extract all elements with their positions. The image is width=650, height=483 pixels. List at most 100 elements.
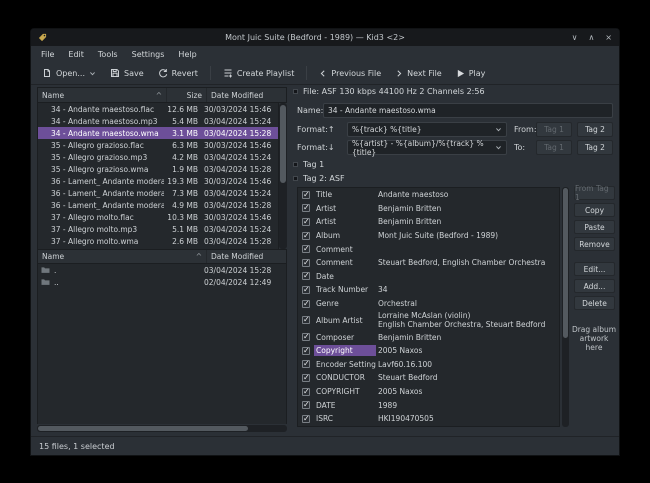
- from-tag2-button[interactable]: Tag 2: [577, 122, 613, 137]
- tag-field-value[interactable]: Lorraine McAslan (violin) English Chambe…: [376, 310, 559, 330]
- tag-field-value[interactable]: Benjamin Britten: [376, 216, 559, 227]
- tag-action-button[interactable]: Delete: [574, 296, 615, 310]
- tag-action-button[interactable]: From Tag 1: [574, 186, 615, 200]
- tag-table-scrollbar[interactable]: [562, 187, 569, 427]
- tag-row[interactable]: ISRC HKI190470505: [298, 412, 559, 426]
- tag-field-value[interactable]: Benjamin Britten: [376, 203, 559, 214]
- tag-field-name[interactable]: DATE: [314, 400, 376, 411]
- tag-row[interactable]: Title Andante maestoso: [298, 188, 559, 202]
- column-header-size[interactable]: Size: [166, 88, 206, 102]
- dir-row[interactable]: .. 02/04/2024 12:49: [38, 276, 286, 288]
- file-row[interactable]: 36 - Lament_ Andante moderato.wma 4.9 MB…: [38, 199, 278, 211]
- shade-button[interactable]: ∨: [572, 33, 578, 42]
- tag-field-name[interactable]: Artist: [314, 216, 376, 227]
- tag-checkbox[interactable]: [302, 347, 310, 355]
- from-tag1-button[interactable]: Tag 1: [536, 122, 572, 137]
- menu-item[interactable]: File: [34, 48, 61, 61]
- tag-row[interactable]: DATE 1989: [298, 398, 559, 412]
- tag-checkbox[interactable]: [302, 191, 310, 199]
- tag-checkbox[interactable]: [302, 374, 310, 382]
- tag-row[interactable]: Artist Benjamin Britten: [298, 215, 559, 229]
- tag-checkbox[interactable]: [302, 415, 310, 423]
- tag-row[interactable]: Comment: [298, 242, 559, 256]
- tag-checkbox[interactable]: [302, 316, 310, 324]
- tag-field-value[interactable]: Orchestral: [376, 298, 559, 309]
- tag-field-name[interactable]: Composer: [314, 332, 376, 343]
- format-to-combobox[interactable]: %{artist} - %{album}/%{track} %{title}: [347, 140, 507, 155]
- file-info-section[interactable]: File: ASF 130 kbps 44100 Hz 2 Channels 2…: [293, 87, 485, 96]
- tag-field-name[interactable]: Copyright: [314, 345, 376, 356]
- tag-field-name[interactable]: Album Artist: [314, 315, 376, 326]
- tag-row[interactable]: Album Mont Juic Suite (Bedford - 1989): [298, 229, 559, 243]
- tag-row[interactable]: Copyright 2005 Naxos: [298, 344, 559, 358]
- tag-checkbox[interactable]: [302, 204, 310, 212]
- open-button[interactable]: Open...: [36, 65, 102, 81]
- tag-action-button[interactable]: Edit...: [574, 262, 615, 276]
- section-toggle-icon[interactable]: [293, 89, 298, 94]
- file-row[interactable]: 35 - Allegro grazioso.wma 1.9 MB 03/04/2…: [38, 163, 278, 175]
- tag-field-name[interactable]: Artist: [314, 203, 376, 214]
- title-bar[interactable]: Mont Juic Suite (Bedford - 1989) — Kid3 …: [31, 29, 619, 46]
- file-row[interactable]: 37 - Allegro molto.mp3 5.1 MB 03/04/2024…: [38, 223, 278, 235]
- tag-field-value[interactable]: Steuart Bedford: [376, 372, 559, 383]
- tag-field-value[interactable]: [376, 248, 559, 250]
- tag-field-value[interactable]: HKI190470505: [376, 413, 559, 424]
- tag-row[interactable]: Composer Benjamin Britten: [298, 330, 559, 344]
- tag-row[interactable]: Date: [298, 270, 559, 284]
- tag-field-name[interactable]: Genre: [314, 298, 376, 309]
- tag-checkbox[interactable]: [302, 401, 310, 409]
- file-row[interactable]: 36 - Lament_ Andante moderato.mp3 7.3 MB…: [38, 187, 278, 199]
- menu-item[interactable]: Tools: [91, 48, 125, 61]
- tag-field-name[interactable]: Track Number: [314, 284, 376, 295]
- menu-item[interactable]: Edit: [61, 48, 91, 61]
- revert-button[interactable]: Revert: [152, 65, 204, 81]
- column-header-date[interactable]: Date Modified: [206, 88, 286, 102]
- tag-checkbox[interactable]: [302, 272, 310, 280]
- play-button[interactable]: Play: [450, 66, 492, 81]
- tag-field-value[interactable]: Benjamin Britten: [376, 332, 559, 343]
- tag-row[interactable]: CONDUCTOR Steuart Bedford: [298, 371, 559, 385]
- tag-field-name[interactable]: Album: [314, 230, 376, 241]
- tag-checkbox[interactable]: [302, 232, 310, 240]
- scrollbar-thumb[interactable]: [563, 188, 568, 338]
- file-row[interactable]: 37 - Allegro molto.flac 10.3 MB 30/03/20…: [38, 211, 278, 223]
- tag-field-value[interactable]: [376, 275, 559, 277]
- tag-checkbox[interactable]: [302, 300, 310, 308]
- to-tag2-button[interactable]: Tag 2: [577, 140, 613, 155]
- next-file-button[interactable]: Next File: [389, 66, 448, 81]
- tag-field-value[interactable]: Andante maestoso: [376, 189, 559, 200]
- file-row[interactable]: 35 - Allegro grazioso.flac 6.3 MB 30/03/…: [38, 139, 278, 151]
- file-row[interactable]: 35 - Allegro grazioso.mp3 4.2 MB 03/04/2…: [38, 151, 278, 163]
- tag-action-button[interactable]: Paste: [574, 220, 615, 234]
- tag-checkbox[interactable]: [302, 333, 310, 341]
- to-tag1-button[interactable]: Tag 1: [536, 140, 572, 155]
- tag-field-name[interactable]: Comment: [314, 257, 376, 268]
- tag-field-value[interactable]: Mont Juic Suite (Bedford - 1989): [376, 230, 559, 241]
- tag-field-name[interactable]: Comment: [314, 244, 376, 255]
- tag-action-button[interactable]: Remove: [574, 237, 615, 251]
- tag-row[interactable]: COPYRIGHT 2005 Naxos: [298, 385, 559, 399]
- file-row[interactable]: 34 - Andante maestoso.flac 12.6 MB 30/03…: [38, 103, 278, 115]
- tag-action-button[interactable]: Add...: [574, 279, 615, 293]
- tag-action-button[interactable]: Copy: [574, 203, 615, 217]
- tag-row[interactable]: Genre Orchestral: [298, 297, 559, 311]
- dir-row[interactable]: . 03/04/2024 15:28: [38, 264, 286, 276]
- tag-checkbox[interactable]: [302, 218, 310, 226]
- format-from-combobox[interactable]: %{track} %{title}: [347, 122, 507, 137]
- tag-field-value[interactable]: Lavf60.16.100: [376, 359, 559, 370]
- scrollbar-thumb[interactable]: [280, 105, 286, 183]
- tag-field-name[interactable]: Date: [314, 271, 376, 282]
- column-header-name[interactable]: Name ^: [38, 250, 206, 263]
- file-row[interactable]: 37 - Allegro molto.wma 2.6 MB 03/04/2024…: [38, 235, 278, 247]
- column-header-date[interactable]: Date Modified: [206, 250, 286, 263]
- tag-field-value[interactable]: Steuart Bedford, English Chamber Orchest…: [376, 257, 559, 268]
- tag-checkbox[interactable]: [302, 388, 310, 396]
- file-list-hscrollbar[interactable]: [37, 425, 287, 432]
- tag-checkbox[interactable]: [302, 259, 310, 267]
- tag-field-value[interactable]: 1989: [376, 400, 559, 411]
- tag-field-name[interactable]: CONDUCTOR: [314, 372, 376, 383]
- artwork-drop-area[interactable]: Drag album artwork here: [570, 325, 618, 352]
- create-playlist-button[interactable]: Create Playlist: [217, 65, 301, 81]
- menu-item[interactable]: Settings: [125, 48, 172, 61]
- tag-row[interactable]: Artist Benjamin Britten: [298, 202, 559, 216]
